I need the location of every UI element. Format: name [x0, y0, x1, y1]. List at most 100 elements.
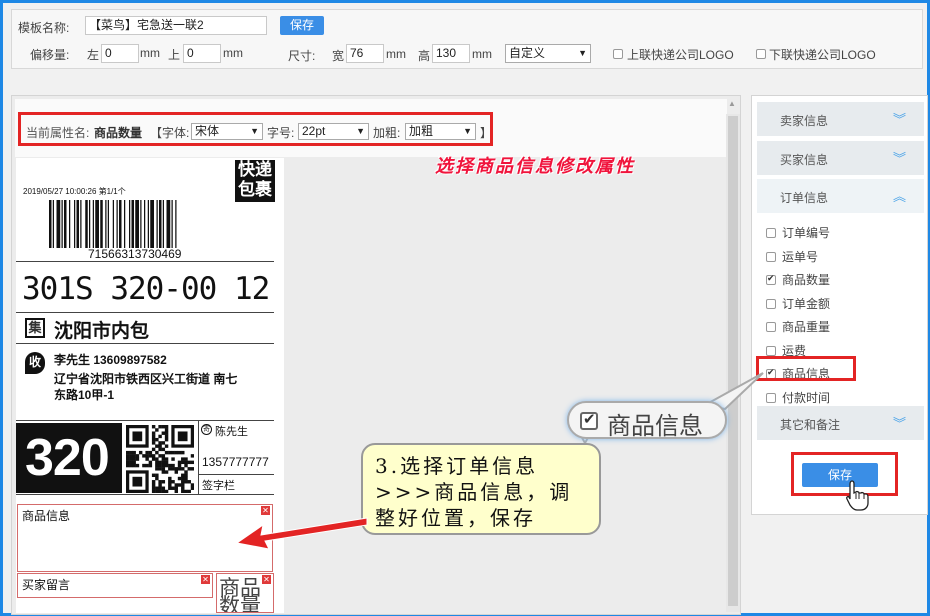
barcode-bar [89, 200, 91, 248]
qr-module [158, 441, 162, 445]
width-input[interactable]: 76 [346, 44, 384, 63]
qr-module [151, 457, 156, 461]
lower-logo-checkbox[interactable] [756, 49, 766, 59]
buyer-message-field[interactable]: 买家留言 ✕ [17, 573, 213, 598]
qr-module [184, 463, 188, 468]
order-option-checkbox[interactable] [766, 273, 776, 285]
qr-module [155, 460, 159, 465]
order-option-checkbox[interactable] [766, 345, 776, 356]
qr-finder [177, 431, 188, 442]
qr-module [164, 437, 169, 442]
qr-module [155, 463, 159, 468]
receiver-name-phone[interactable]: 李先生 13609897582 [54, 351, 167, 368]
template-name-label: 模板名称: [18, 21, 70, 35]
qr-module [155, 486, 159, 490]
close-icon[interactable]: ✕ [201, 575, 210, 584]
qr-module [181, 483, 185, 487]
qr-module [135, 454, 140, 458]
sender-name[interactable]: 陈先生 [215, 423, 248, 439]
order-option-checkbox[interactable] [766, 322, 776, 332]
qr-module [164, 425, 169, 429]
qr-module [161, 431, 166, 435]
order-option[interactable]: 订单金额 [766, 295, 830, 312]
qr-module [132, 454, 136, 458]
qr-module [129, 454, 133, 458]
barcode-bar [92, 200, 94, 248]
print-datetime[interactable]: 2019/05/27 10:00:26 第1/1个 [23, 186, 126, 197]
upper-logo-checkbox[interactable] [613, 49, 623, 59]
qr-module [181, 486, 185, 490]
qr-module [184, 460, 188, 465]
divider [16, 312, 274, 313]
width-label: 宽 [332, 49, 345, 63]
order-option[interactable]: 订单编号 [766, 224, 830, 241]
qr-module [161, 470, 166, 474]
barcode[interactable] [49, 200, 219, 248]
qr-module [174, 467, 179, 471]
receiver-address-line1[interactable]: 辽宁省沈阳市铁西区兴工街道 南七 [54, 370, 237, 387]
sort-code[interactable]: 301S 320-00 12 [22, 271, 270, 307]
divider [199, 474, 274, 475]
qr-module [129, 460, 133, 465]
accordion-buyer-info[interactable]: 买家信息 ︾ [757, 141, 924, 175]
receiver-pin-icon: 收 [25, 352, 45, 374]
qr-module [184, 473, 188, 478]
barcode-bar [144, 200, 146, 248]
order-option[interactable]: 付款时间 [766, 389, 830, 406]
order-option-checkbox[interactable] [766, 392, 776, 403]
qr-module [129, 450, 133, 455]
accordion-seller-info[interactable]: 卖家信息 ︾ [757, 102, 924, 136]
big-code-block[interactable]: 320 [16, 423, 122, 493]
order-option[interactable]: 商品数量 [766, 271, 830, 288]
order-option[interactable]: 商品重量 [766, 318, 830, 335]
qr-module [181, 476, 185, 481]
qr-module [148, 450, 153, 455]
qr-module [184, 489, 188, 493]
qr-module [190, 467, 194, 471]
tracking-number[interactable]: 71566313730469 [88, 247, 181, 261]
scroll-up-icon[interactable]: ▲ [728, 99, 736, 108]
order-option-checkbox[interactable] [766, 251, 776, 262]
qr-module [132, 460, 136, 465]
order-option-checkbox[interactable] [766, 298, 776, 309]
qr-module [158, 463, 162, 468]
qr-module [174, 470, 179, 474]
order-option-checkbox[interactable] [766, 228, 776, 238]
product-quantity-field[interactable]: 商品 数量 ✕ [216, 573, 274, 613]
qr-module [174, 483, 179, 487]
destination-city[interactable]: 沈阳市内包 [54, 316, 149, 343]
accordion-order-info[interactable]: 订单信息 ︽ [757, 179, 924, 213]
qr-module [190, 486, 194, 490]
qr-module [151, 483, 156, 487]
qr-module [190, 483, 194, 487]
height-input[interactable]: 130 [432, 44, 470, 63]
barcode-bar [95, 200, 99, 248]
template-name-input[interactable]: 【菜鸟】宅急送一联2 [85, 16, 267, 35]
barcode-bar [159, 200, 162, 248]
qr-module [164, 431, 169, 435]
barcode-bar [135, 200, 139, 248]
canvas-scrollbar-thumb[interactable] [728, 116, 738, 606]
qr-module [161, 447, 166, 452]
brand-logo[interactable]: 快递 包裹 [235, 160, 275, 202]
qr-module [190, 454, 194, 458]
offset-top-input[interactable]: 0 [183, 44, 221, 63]
chevron-down-icon: ▼ [578, 48, 587, 58]
qr-module [158, 425, 162, 429]
qr-module [132, 463, 136, 468]
offset-label: 偏移量: [30, 48, 70, 62]
qr-module [142, 454, 146, 458]
receiver-address-line2[interactable]: 东路10甲-1 [54, 386, 114, 403]
qr-module [187, 460, 191, 465]
qr-module [161, 489, 166, 493]
close-icon[interactable]: ✕ [262, 575, 271, 584]
accordion-other-notes[interactable]: 其它和备注 ︾ [757, 406, 924, 440]
size-preset-select[interactable]: 自定义 ▼ [505, 44, 591, 63]
order-option[interactable]: 运单号 [766, 248, 818, 265]
sender-phone[interactable]: 1357777777 [202, 455, 269, 469]
qr-module [171, 480, 175, 484]
offset-left-input[interactable]: 0 [101, 44, 139, 63]
product-info-field-label: 商品信息 [22, 509, 71, 523]
save-template-button[interactable]: 保存 [280, 16, 324, 35]
qr-code[interactable] [126, 425, 194, 493]
